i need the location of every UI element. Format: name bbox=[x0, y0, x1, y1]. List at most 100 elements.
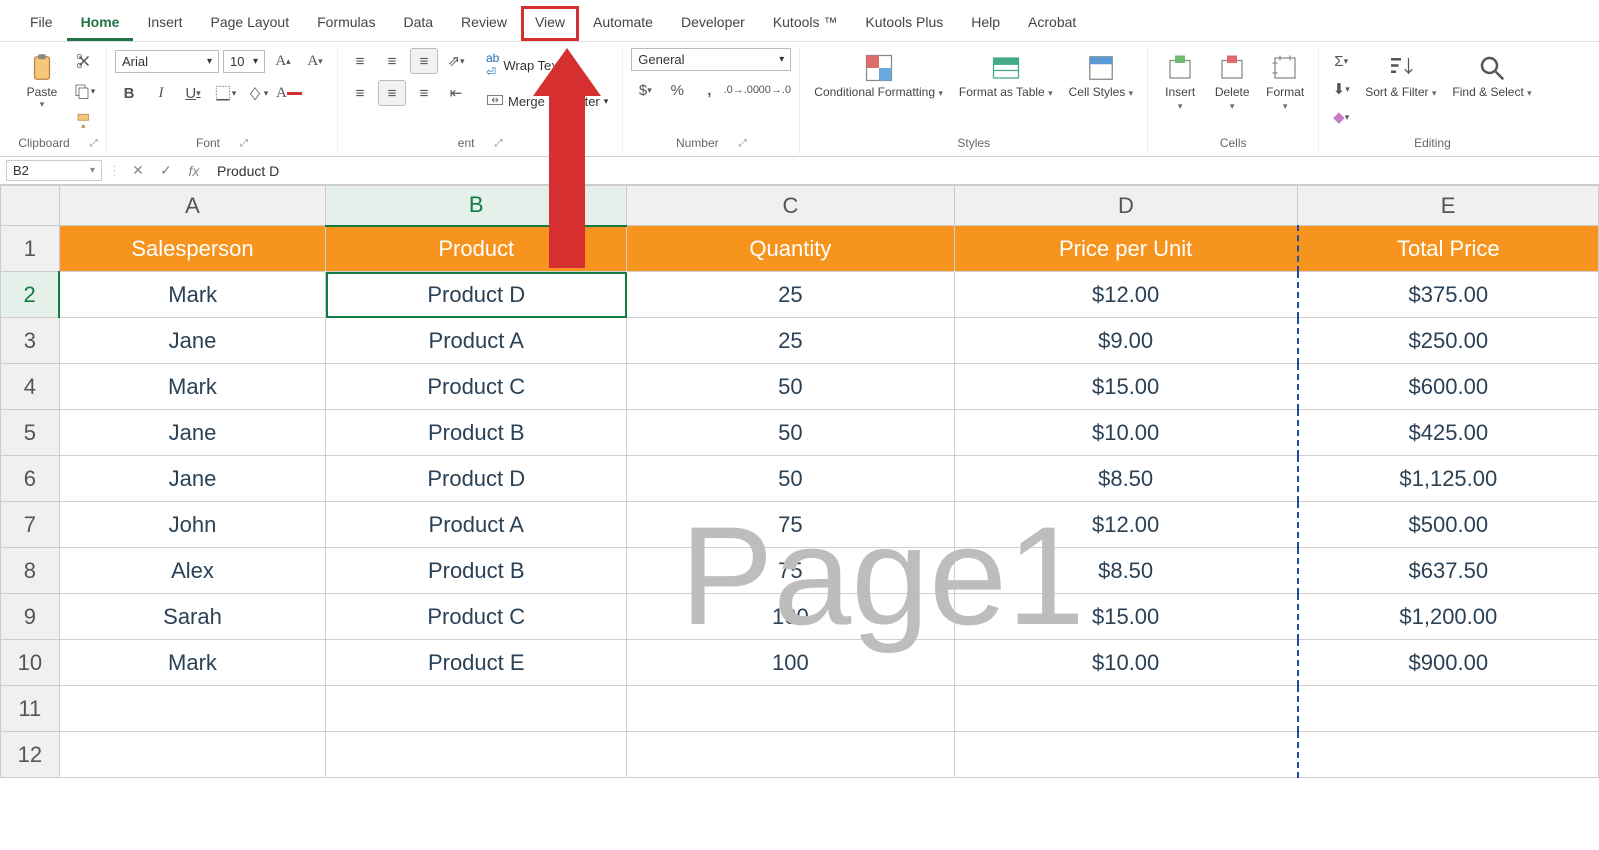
cell-B10[interactable]: Product E bbox=[326, 640, 627, 686]
cell-B4[interactable]: Product C bbox=[326, 364, 627, 410]
cell-C2[interactable]: 25 bbox=[627, 272, 954, 318]
cell-B12[interactable] bbox=[326, 732, 627, 778]
cell-E6[interactable]: $1,125.00 bbox=[1298, 456, 1599, 502]
cell-D6[interactable]: $8.50 bbox=[954, 456, 1297, 502]
find-select-button[interactable]: Find & Select ▾ bbox=[1446, 48, 1537, 103]
orientation-button[interactable]: ⇗▾ bbox=[442, 48, 470, 74]
formula-input[interactable]: Product D bbox=[211, 161, 1593, 181]
increase-font-button[interactable]: A▴ bbox=[269, 48, 297, 74]
dialog-launcher-icon[interactable]: ⤢ bbox=[90, 138, 98, 149]
cell-C5[interactable]: 50 bbox=[627, 410, 954, 456]
row-header-3[interactable]: 3 bbox=[1, 318, 60, 364]
cell-A11[interactable] bbox=[59, 686, 326, 732]
cell-B2[interactable]: Product D bbox=[326, 272, 627, 318]
cell-E5[interactable]: $425.00 bbox=[1298, 410, 1599, 456]
cell-A9[interactable]: Sarah bbox=[59, 594, 326, 640]
borders-button[interactable]: ▾ bbox=[211, 80, 239, 106]
cell-B8[interactable]: Product B bbox=[326, 548, 627, 594]
cell-B3[interactable]: Product A bbox=[326, 318, 627, 364]
cell-E8[interactable]: $637.50 bbox=[1298, 548, 1599, 594]
cell-D8[interactable]: $8.50 bbox=[954, 548, 1297, 594]
cell-D7[interactable]: $12.00 bbox=[954, 502, 1297, 548]
align-bottom-button[interactable]: ≡ bbox=[410, 48, 438, 74]
select-all-corner[interactable] bbox=[1, 186, 60, 226]
cell-A7[interactable]: John bbox=[59, 502, 326, 548]
tab-page-layout[interactable]: Page Layout bbox=[196, 6, 303, 41]
cell-A6[interactable]: Jane bbox=[59, 456, 326, 502]
tab-insert[interactable]: Insert bbox=[133, 6, 196, 41]
cell-C10[interactable]: 100 bbox=[627, 640, 954, 686]
tab-kutools-plus[interactable]: Kutools Plus bbox=[851, 6, 957, 41]
dialog-launcher-icon[interactable]: ⤢ bbox=[240, 138, 248, 149]
tab-home[interactable]: Home bbox=[67, 6, 134, 41]
cell-D3[interactable]: $9.00 bbox=[954, 318, 1297, 364]
decrease-indent-button[interactable]: ⇤ bbox=[442, 80, 470, 106]
font-color-button[interactable]: A bbox=[275, 80, 303, 106]
cell-styles-button[interactable]: Cell Styles ▾ bbox=[1063, 48, 1140, 103]
clear-button[interactable]: ◆ ▾ bbox=[1327, 104, 1355, 130]
cell-E7[interactable]: $500.00 bbox=[1298, 502, 1599, 548]
format-cells-button[interactable]: Format▾ bbox=[1260, 48, 1310, 116]
align-top-button[interactable]: ≡ bbox=[346, 48, 374, 74]
cell-D11[interactable] bbox=[954, 686, 1297, 732]
cell-C8[interactable]: 75 bbox=[627, 548, 954, 594]
cell-B9[interactable]: Product C bbox=[326, 594, 627, 640]
cut-button[interactable] bbox=[70, 48, 98, 74]
cell-E10[interactable]: $900.00 bbox=[1298, 640, 1599, 686]
cell-E2[interactable]: $375.00 bbox=[1298, 272, 1599, 318]
cell-B6[interactable]: Product D bbox=[326, 456, 627, 502]
cancel-formula-button[interactable]: ✕ bbox=[127, 162, 149, 179]
tab-review[interactable]: Review bbox=[447, 6, 521, 41]
cell-E3[interactable]: $250.00 bbox=[1298, 318, 1599, 364]
row-header-4[interactable]: 4 bbox=[1, 364, 60, 410]
row-header-9[interactable]: 9 bbox=[1, 594, 60, 640]
conditional-formatting-button[interactable]: Conditional Formatting ▾ bbox=[808, 48, 949, 103]
row-header-2[interactable]: 2 bbox=[1, 272, 60, 318]
tab-formulas[interactable]: Formulas bbox=[303, 6, 389, 41]
format-as-table-button[interactable]: Format as Table ▾ bbox=[953, 48, 1059, 103]
dialog-launcher-icon[interactable]: ⤢ bbox=[494, 138, 502, 149]
cell-A5[interactable]: Jane bbox=[59, 410, 326, 456]
wrap-text-button[interactable]: ab⏎ Wrap Text bbox=[480, 48, 614, 82]
row-header-11[interactable]: 11 bbox=[1, 686, 60, 732]
align-right-button[interactable]: ≡ bbox=[410, 80, 438, 106]
cell-E1[interactable]: Total Price bbox=[1298, 226, 1599, 272]
row-header-8[interactable]: 8 bbox=[1, 548, 60, 594]
fx-button[interactable]: fx bbox=[183, 163, 205, 179]
percent-button[interactable]: % bbox=[663, 77, 691, 103]
cell-B11[interactable] bbox=[326, 686, 627, 732]
tab-file[interactable]: File bbox=[16, 6, 67, 41]
align-center-button[interactable]: ≡ bbox=[378, 80, 406, 106]
cell-B7[interactable]: Product A bbox=[326, 502, 627, 548]
italic-button[interactable]: I bbox=[147, 80, 175, 106]
cell-D2[interactable]: $12.00 bbox=[954, 272, 1297, 318]
cell-D12[interactable] bbox=[954, 732, 1297, 778]
row-header-5[interactable]: 5 bbox=[1, 410, 60, 456]
cell-D9[interactable]: $15.00 bbox=[954, 594, 1297, 640]
cell-C7[interactable]: 75 bbox=[627, 502, 954, 548]
decrease-decimal-button[interactable]: .00→.0 bbox=[759, 77, 787, 103]
underline-button[interactable]: U ▾ bbox=[179, 80, 207, 106]
cell-A4[interactable]: Mark bbox=[59, 364, 326, 410]
tab-kutools-[interactable]: Kutools ™ bbox=[759, 6, 852, 41]
decrease-font-button[interactable]: A▾ bbox=[301, 48, 329, 74]
column-header-C[interactable]: C bbox=[627, 186, 954, 226]
tab-developer[interactable]: Developer bbox=[667, 6, 759, 41]
column-header-E[interactable]: E bbox=[1298, 186, 1599, 226]
accounting-button[interactable]: $▾ bbox=[631, 77, 659, 103]
autosum-button[interactable]: Σ ▾ bbox=[1327, 48, 1355, 74]
row-header-6[interactable]: 6 bbox=[1, 456, 60, 502]
number-format-combo[interactable]: General▾ bbox=[631, 48, 791, 71]
cell-A10[interactable]: Mark bbox=[59, 640, 326, 686]
fill-color-button[interactable]: ▾ bbox=[243, 80, 271, 106]
cell-C3[interactable]: 25 bbox=[627, 318, 954, 364]
cell-E9[interactable]: $1,200.00 bbox=[1298, 594, 1599, 640]
cell-A12[interactable] bbox=[59, 732, 326, 778]
cell-E11[interactable] bbox=[1298, 686, 1599, 732]
tab-data[interactable]: Data bbox=[389, 6, 447, 41]
row-header-1[interactable]: 1 bbox=[1, 226, 60, 272]
sort-filter-button[interactable]: Sort & Filter ▾ bbox=[1359, 48, 1442, 103]
cell-D4[interactable]: $15.00 bbox=[954, 364, 1297, 410]
tab-view[interactable]: View bbox=[521, 6, 579, 41]
cell-E12[interactable] bbox=[1298, 732, 1599, 778]
